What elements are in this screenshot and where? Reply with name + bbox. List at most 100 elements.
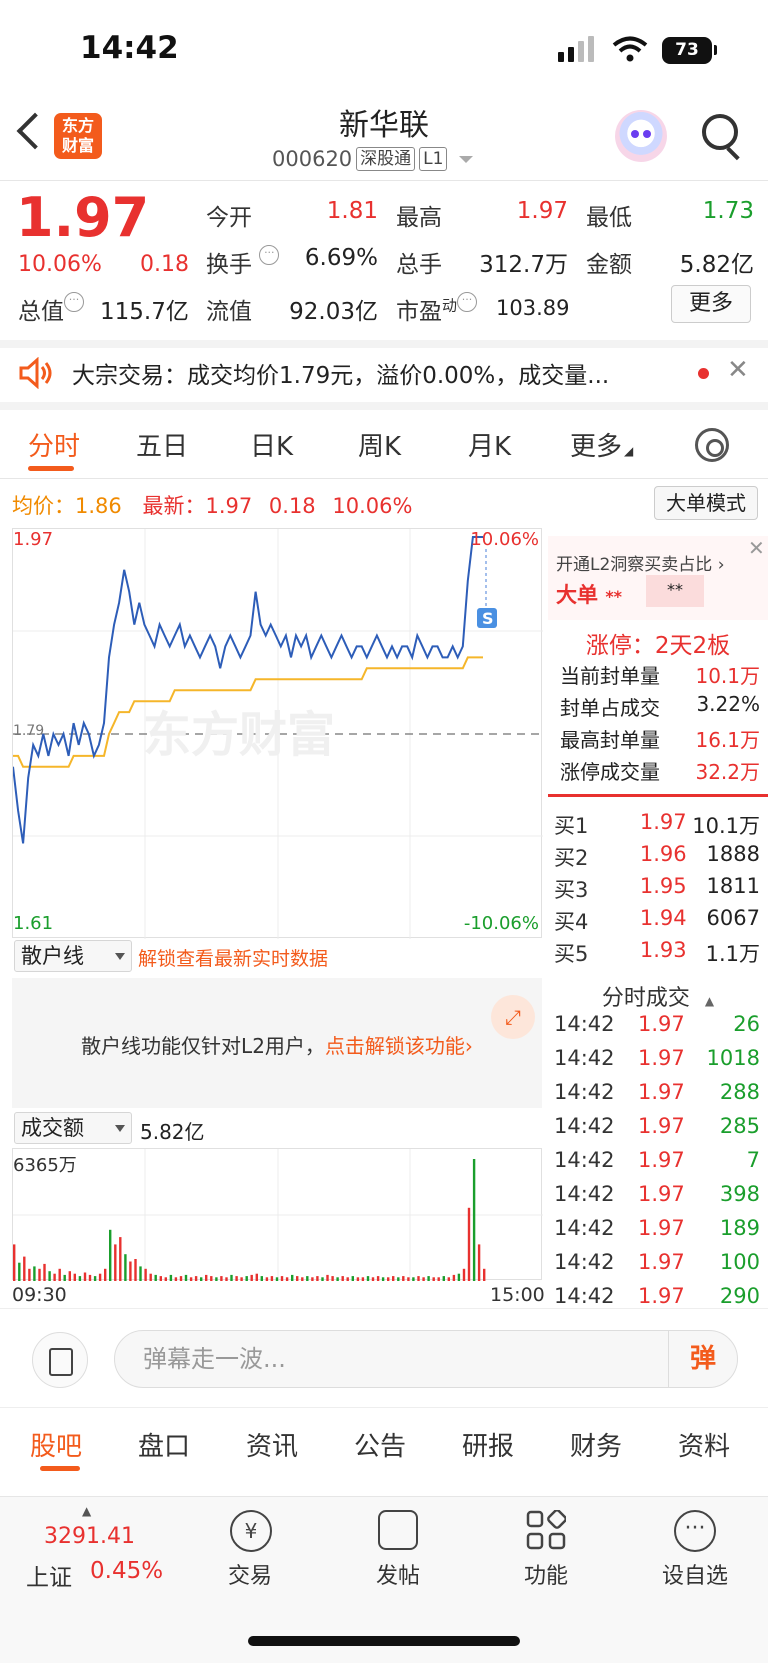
tab-profile[interactable]: 资料 <box>678 1426 730 1463</box>
limit-row: 封单占成交 3.22% <box>560 692 760 720</box>
tab-five-day[interactable]: 五日 <box>136 426 188 463</box>
volume-bar <box>361 1277 365 1281</box>
tab-weekly-k[interactable]: 周K <box>358 426 401 463</box>
low-value: 1.73 <box>702 198 754 224</box>
avg-value: 1.86 <box>75 494 122 518</box>
unlock-realtime-link[interactable]: 解锁查看最新实时数据 <box>138 944 328 971</box>
notice-text[interactable]: 大宗交易：成交均价1.79元，溢价0.00%，成交量... <box>72 356 682 390</box>
tab-announcements[interactable]: 公告 <box>354 1426 406 1463</box>
volume-bar <box>351 1276 354 1281</box>
signal-icon <box>558 36 594 62</box>
volume-bar <box>301 1277 304 1281</box>
tab-research[interactable]: 研报 <box>462 1426 514 1463</box>
volume-bar <box>124 1254 127 1281</box>
nav-functions[interactable]: 功能 <box>496 1558 596 1590</box>
info-dots-icon[interactable]: ··· <box>259 245 280 265</box>
y-bottom-label: 1.61 <box>13 913 54 934</box>
tab-orderbook[interactable]: 盘口 <box>138 1426 190 1463</box>
volume-bar <box>417 1276 420 1281</box>
triangle-up-icon: ▲ <box>82 1504 92 1518</box>
chevron-down-icon <box>459 155 474 163</box>
volume-bar <box>119 1237 122 1281</box>
danmu-send-button[interactable]: 弹 <box>668 1331 737 1387</box>
status-time: 14:42 <box>80 30 179 66</box>
limit-row: 当前封单量 10.1万 <box>560 664 760 688</box>
nav-trade[interactable]: 交易 <box>200 1558 300 1590</box>
trade-row: 14:42 1.97 290 <box>554 1284 760 1308</box>
volume-bar <box>240 1277 243 1281</box>
volume-bar <box>306 1276 309 1281</box>
battery-tip <box>714 45 717 55</box>
order-book-row: 买2 1.96 1888 <box>554 842 760 870</box>
volume-bar <box>114 1244 117 1281</box>
volume-label: 总手 <box>396 252 442 278</box>
search-icon[interactable] <box>702 114 738 150</box>
info-dots-icon[interactable]: ··· <box>64 292 84 312</box>
mktcap-value: 115.7亿 <box>100 299 189 325</box>
tab-active-indicator <box>28 466 74 471</box>
retail-line-select[interactable]: 散户线 <box>14 940 132 972</box>
volume-bar <box>189 1277 193 1281</box>
high-value: 1.97 <box>516 198 568 224</box>
tab-forum[interactable]: 股吧 <box>30 1426 82 1463</box>
more-button[interactable]: 更多 <box>671 285 751 323</box>
danmu-input[interactable]: 弹幕走一波... <box>114 1330 738 1388</box>
volume-bar <box>265 1277 269 1281</box>
trades-title[interactable]: 分时成交 ▲ <box>548 980 768 1012</box>
grid-icon[interactable] <box>526 1510 566 1550</box>
more-dots-icon[interactable]: ··· <box>674 1510 716 1552</box>
volume-chart[interactable]: 6365万 <box>12 1148 543 1281</box>
avg-label: 均价： <box>12 494 75 518</box>
trade-row: 14:42 1.97 189 <box>554 1216 760 1240</box>
volume-bar <box>412 1277 415 1281</box>
volume-bar <box>291 1274 294 1281</box>
latest-value: 1.97 <box>205 494 253 518</box>
time-end-label: 15:00 <box>490 1284 545 1306</box>
volume-bar <box>462 1268 466 1281</box>
close-icon[interactable]: ✕ <box>748 536 765 560</box>
tab-more[interactable]: 更多 ◢ <box>570 426 633 463</box>
gear-icon[interactable] <box>695 428 729 462</box>
tab-financials[interactable]: 财务 <box>570 1426 622 1463</box>
volume-bar <box>457 1273 461 1281</box>
volume-bar <box>407 1277 410 1281</box>
note-icon[interactable] <box>32 1332 88 1388</box>
index-value[interactable]: 3291.41 <box>44 1524 135 1549</box>
volume-bar <box>28 1268 31 1281</box>
tab-daily-k[interactable]: 日K <box>250 426 293 463</box>
volume-bar <box>280 1276 284 1281</box>
tab-monthly-k[interactable]: 月K <box>468 426 511 463</box>
volume-bar <box>174 1277 178 1281</box>
volume-bar <box>381 1277 385 1281</box>
tab-active-indicator <box>40 1466 80 1471</box>
edit-icon[interactable] <box>378 1510 418 1550</box>
unlock-feature-link[interactable]: 点击解锁该功能› <box>325 1034 473 1058</box>
index-name[interactable]: 上证 <box>26 1558 72 1592</box>
volume-bar <box>220 1276 223 1281</box>
trade-icon[interactable]: ¥ <box>230 1510 272 1552</box>
tab-intraday[interactable]: 分时 <box>28 426 80 463</box>
pe-label: 市盈动 ··· <box>396 292 478 326</box>
pct-bottom-label: -10.06% <box>463 913 539 934</box>
volume-bar <box>139 1266 142 1281</box>
volume-bar <box>33 1266 36 1281</box>
index-percent[interactable]: 0.45% <box>90 1558 163 1584</box>
info-dots-icon[interactable]: ··· <box>457 292 478 312</box>
volume-metric-select[interactable]: 成交额 <box>14 1112 132 1144</box>
volume-bar <box>225 1277 228 1281</box>
tab-news[interactable]: 资讯 <box>246 1426 298 1463</box>
nav-add-watchlist[interactable]: 设自选 <box>645 1558 745 1590</box>
intraday-chart[interactable]: 东方财富 S 1.97 10.06% 1.79 1.61 -10.06% <box>12 528 543 939</box>
stock-code-row[interactable]: 000620 深股通 L1 <box>272 147 474 171</box>
close-icon[interactable]: ✕ <box>727 355 749 385</box>
big-order-mode-button[interactable]: 大单模式 <box>654 486 758 520</box>
l2-promo-title[interactable]: 开通L2洞察买卖占比 › <box>556 550 725 575</box>
volume-bar <box>93 1276 97 1281</box>
robot-assistant-icon[interactable] <box>615 110 667 162</box>
limit-row: 涨停成交量 32.2万 <box>560 760 760 784</box>
nav-post[interactable]: 发帖 <box>348 1558 448 1590</box>
expand-icon[interactable]: ⤢ <box>491 995 535 1039</box>
volume-bar <box>73 1273 76 1281</box>
volume-value: 312.7万 <box>479 252 568 278</box>
volume-bar <box>154 1274 157 1281</box>
